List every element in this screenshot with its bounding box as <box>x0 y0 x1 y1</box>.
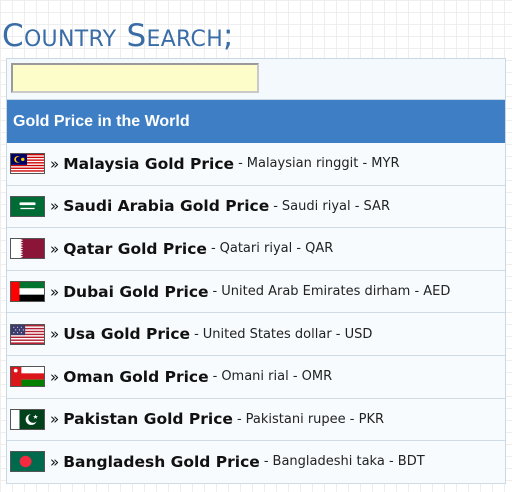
row-bullet: » <box>50 154 60 173</box>
currency-label: Omani rial - OMR <box>221 369 333 385</box>
oman-flag-icon <box>10 366 45 388</box>
country-search-input[interactable] <box>11 63 259 93</box>
table-row[interactable]: » Bangladesh Gold Price - Bangladeshi ta… <box>7 441 505 484</box>
currency-label: Malaysian ringgit - MYR <box>246 156 400 172</box>
table-row[interactable]: » Malaysia Gold Price - Malaysian ringgi… <box>7 143 505 186</box>
currency-label: United States dollar - USD <box>202 326 373 342</box>
table-header: Gold Price in the World <box>7 100 505 143</box>
table-row[interactable]: » Qatar Gold Price - Qatari riyal - QAR <box>7 228 505 271</box>
row-bullet: » <box>50 325 60 344</box>
row-bullet: » <box>50 367 60 386</box>
uae-flag-icon <box>10 281 45 303</box>
country-link[interactable]: Dubai Gold Price <box>63 283 208 301</box>
row-dash: - <box>194 326 199 342</box>
row-bullet: » <box>50 282 60 301</box>
country-link[interactable]: Oman Gold Price <box>63 368 208 386</box>
usa-flag-icon <box>10 323 45 345</box>
gold-price-table: Gold Price in the World » Malaysia Gold … <box>6 100 506 484</box>
country-link[interactable]: Bangladesh Gold Price <box>63 453 260 471</box>
pakistan-flag-icon <box>10 408 45 430</box>
table-row[interactable]: » Usa Gold Price - United States dollar … <box>7 313 505 356</box>
search-bar <box>6 58 506 100</box>
country-link[interactable]: Saudi Arabia Gold Price <box>63 197 269 215</box>
row-dash: - <box>212 369 218 385</box>
row-bullet: » <box>50 239 60 258</box>
qatar-flag-icon <box>10 238 45 260</box>
row-dash: - <box>210 241 216 257</box>
malaysia-flag-icon <box>10 153 45 175</box>
country-link[interactable]: Qatar Gold Price <box>63 240 207 258</box>
row-bullet: » <box>50 197 60 216</box>
row-dash: - <box>212 284 218 300</box>
table-row[interactable]: » Dubai Gold Price - United Arab Emirate… <box>7 270 505 314</box>
row-dash: - <box>238 156 243 172</box>
country-link[interactable]: Pakistan Gold Price <box>63 410 233 428</box>
row-dash: - <box>273 198 278 214</box>
currency-label: United Arab Emirates dirham - AED <box>221 284 451 300</box>
row-bullet: » <box>50 452 60 471</box>
table-row[interactable]: » Pakistan Gold Price - Pakistani rupee … <box>7 398 505 442</box>
row-bullet: » <box>50 410 60 429</box>
currency-label: Pakistani rupee - PKR <box>245 411 385 427</box>
bangladesh-flag-icon <box>10 451 45 473</box>
currency-label: Saudi riyal - SAR <box>281 198 390 214</box>
saudi-arabia-flag-icon <box>10 195 45 217</box>
currency-label: Qatari riyal - QAR <box>219 241 334 257</box>
table-row[interactable]: » Saudi Arabia Gold Price - Saudi riyal … <box>7 185 505 229</box>
country-link[interactable]: Malaysia Gold Price <box>63 155 234 173</box>
row-dash: - <box>263 454 269 470</box>
country-link[interactable]: Usa Gold Price <box>63 325 190 343</box>
row-dash: - <box>236 411 242 427</box>
currency-label: Bangladeshi taka - BDT <box>272 454 425 470</box>
table-row[interactable]: » Oman Gold Price - Omani rial - OMR <box>7 355 505 399</box>
page-title: Country Search; <box>2 18 234 54</box>
